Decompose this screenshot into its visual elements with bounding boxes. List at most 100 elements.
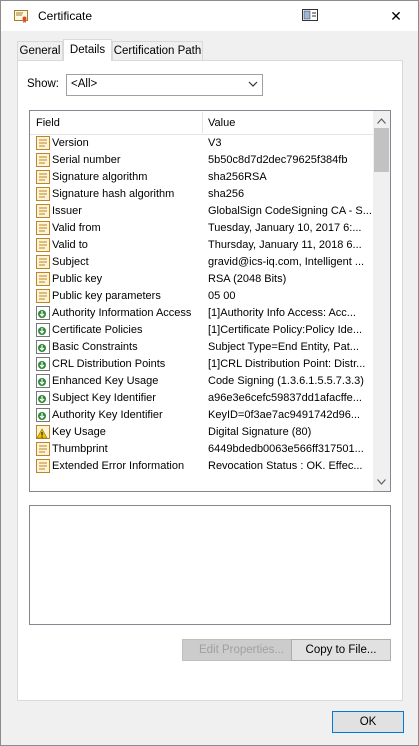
field-value: 6449bdedb0063e566ff317501...: [208, 443, 364, 455]
document-icon: [36, 255, 50, 269]
list-item[interactable]: CRL Distribution Points [1]CRL Distributi…: [30, 356, 373, 373]
list-item[interactable]: Authority Information Access [1]Authority…: [30, 305, 373, 322]
list-item[interactable]: Signature algorithm sha256RSA: [30, 169, 373, 186]
tab-general[interactable]: General: [17, 41, 63, 60]
list-item[interactable]: Public key parameters 05 00: [30, 288, 373, 305]
list-item[interactable]: Extended Error Information Revocation Sta…: [30, 458, 373, 475]
extension-icon: [36, 357, 50, 371]
field-name: Extended Error Information: [52, 460, 185, 472]
header-field[interactable]: Field: [36, 117, 60, 129]
ok-button[interactable]: OK: [332, 711, 404, 733]
field-value: RSA (2048 Bits): [208, 273, 287, 285]
field-name: Authority Information Access: [52, 307, 192, 319]
field-value: 5b50c8d7d2dec79625f384fb: [208, 154, 348, 166]
list-item[interactable]: Serial number 5b50c8d7d2dec79625f384fb: [30, 152, 373, 169]
list-item[interactable]: Certificate Policies [1]Certificate Polic…: [30, 322, 373, 339]
document-icon: [36, 204, 50, 218]
certificate-window: Certificate ✕ General Details Certificat…: [0, 0, 419, 746]
field-value: Thursday, January 11, 2018 6...: [208, 239, 362, 251]
field-value: GlobalSign CodeSigning CA - S...: [208, 205, 372, 217]
document-icon: [36, 221, 50, 235]
scrollbar-thumb[interactable]: [374, 128, 389, 172]
vertical-scrollbar[interactable]: [373, 111, 390, 491]
extension-icon: [36, 391, 50, 405]
field-value: KeyID=0f3ae7ac9491742d96...: [208, 409, 360, 421]
field-value: V3: [208, 137, 222, 149]
field-detail-box[interactable]: [29, 505, 391, 625]
list-item[interactable]: Basic Constraints Subject Type=End Entity…: [30, 339, 373, 356]
field-value: [1]Certificate Policy:Policy Ide...: [208, 324, 363, 336]
list-item[interactable]: Subject gravid@ics-iq.com, Intelligent ..…: [30, 254, 373, 271]
field-name: CRL Distribution Points: [52, 358, 166, 370]
fields-list[interactable]: Field Value Version V3 Serial number 5b50c8…: [29, 110, 391, 492]
field-value: 05 00: [208, 290, 236, 302]
field-name: Subject: [52, 256, 89, 268]
field-value: a96e3e6cefc59837dd1afacffe...: [208, 392, 362, 404]
tab-details[interactable]: Details: [63, 39, 112, 61]
field-name: Public key parameters: [52, 290, 161, 302]
certificate-icon: [14, 10, 28, 23]
header-divider: [202, 112, 203, 133]
show-selected-value: <All>: [71, 78, 98, 90]
field-name: Basic Constraints: [52, 341, 138, 353]
extension-icon: [36, 323, 50, 337]
copy-to-file-button[interactable]: Copy to File...: [291, 639, 391, 661]
field-name: Valid from: [52, 222, 101, 234]
edit-properties-button[interactable]: Edit Properties...: [182, 639, 301, 661]
field-value: [1]Authority Info Access: Acc...: [208, 307, 356, 319]
field-value: gravid@ics-iq.com, Intelligent ...: [208, 256, 365, 268]
scroll-down-icon[interactable]: [377, 476, 386, 488]
list-item[interactable]: Signature hash algorithm sha256: [30, 186, 373, 203]
document-icon: [36, 170, 50, 184]
extension-icon: [36, 340, 50, 354]
window-extra-icon[interactable]: [302, 9, 318, 21]
list-item[interactable]: Enhanced Key Usage Code Signing (1.3.6.1.…: [30, 373, 373, 390]
field-value: Tuesday, January 10, 2017 6:...: [208, 222, 362, 234]
list-item[interactable]: Valid from Tuesday, January 10, 2017 6:..…: [30, 220, 373, 237]
field-name: Issuer: [52, 205, 82, 217]
extension-icon: [36, 408, 50, 422]
extension-icon: [36, 374, 50, 388]
field-value: sha256RSA: [208, 171, 267, 183]
field-value: Subject Type=End Entity, Pat...: [208, 341, 359, 353]
show-dropdown[interactable]: <All>: [66, 74, 263, 96]
header-value[interactable]: Value: [208, 117, 235, 129]
field-value: [1]CRL Distribution Point: Distr...: [208, 358, 366, 370]
list-rows: Version V3 Serial number 5b50c8d7d2dec79625…: [30, 135, 373, 475]
field-name: Certificate Policies: [52, 324, 143, 336]
document-icon: [36, 442, 50, 456]
document-icon: [36, 136, 50, 150]
field-name: Thumbprint: [52, 443, 108, 455]
field-name: Key Usage: [52, 426, 106, 438]
scroll-up-icon[interactable]: [377, 115, 386, 127]
warning-icon: [36, 425, 50, 439]
list-item[interactable]: Subject Key Identifier a96e3e6cefc59837dd…: [30, 390, 373, 407]
chevron-down-icon: [248, 79, 258, 89]
field-name: Enhanced Key Usage: [52, 375, 159, 387]
field-name: Public key: [52, 273, 103, 285]
list-item[interactable]: Authority Key Identifier KeyID=0f3ae7ac94…: [30, 407, 373, 424]
list-item[interactable]: Valid to Thursday, January 11, 2018 6...: [30, 237, 373, 254]
close-icon[interactable]: ✕: [386, 6, 406, 26]
field-name: Valid to: [52, 239, 88, 251]
list-item[interactable]: Version V3: [30, 135, 373, 152]
field-name: Signature algorithm: [52, 171, 148, 183]
list-item[interactable]: Public key RSA (2048 Bits): [30, 271, 373, 288]
field-name: Signature hash algorithm: [52, 188, 175, 200]
list-header: Field Value: [30, 111, 373, 135]
field-value: Code Signing (1.3.6.1.5.5.7.3.3): [208, 375, 364, 387]
extension-icon: [36, 306, 50, 320]
list-item[interactable]: Key Usage Digital Signature (80): [30, 424, 373, 441]
field-name: Subject Key Identifier: [52, 392, 156, 404]
tab-certification-path[interactable]: Certification Path: [112, 41, 203, 60]
title-bar: Certificate ✕: [1, 1, 418, 31]
document-icon: [36, 272, 50, 286]
list-item[interactable]: Issuer GlobalSign CodeSigning CA - S...: [30, 203, 373, 220]
field-value: Digital Signature (80): [208, 426, 312, 438]
document-icon: [36, 238, 50, 252]
list-item[interactable]: Thumbprint 6449bdedb0063e566ff317501...: [30, 441, 373, 458]
field-value: Revocation Status : OK. Effec...: [208, 460, 363, 472]
window-title: Certificate: [38, 9, 93, 23]
field-name: Authority Key Identifier: [52, 409, 163, 421]
document-icon: [36, 153, 50, 167]
